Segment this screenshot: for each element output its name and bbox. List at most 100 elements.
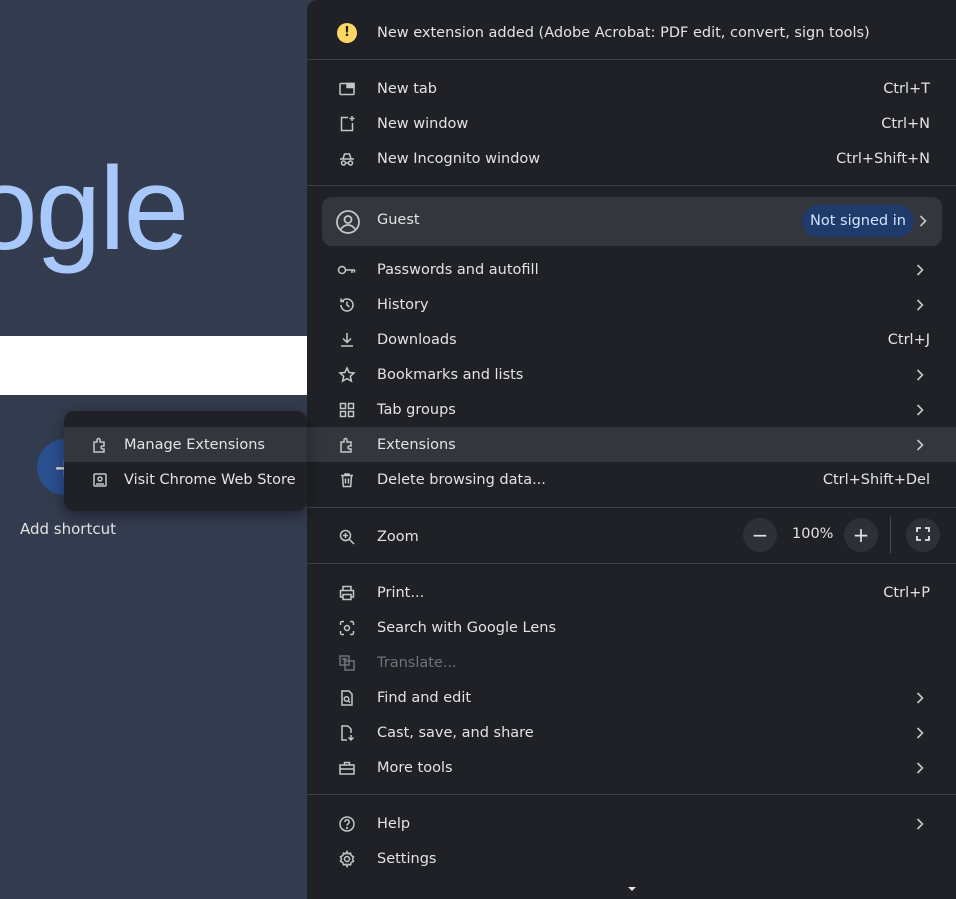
incognito-shortcut: Ctrl+Shift+N (836, 150, 930, 167)
google-logo: ogle (0, 143, 189, 275)
divider (307, 563, 956, 564)
passwords-label: Passwords and autofill (377, 261, 539, 278)
chevron-right-icon (916, 368, 926, 382)
translate-label: Translate... (377, 654, 457, 671)
visit-web-store-item[interactable]: Visit Chrome Web Store (64, 462, 307, 497)
divider (307, 185, 956, 186)
chevron-right-icon (916, 438, 926, 452)
profile-guest-card[interactable]: Guest Not signed in (322, 197, 942, 246)
google-lens-label: Search with Google Lens (377, 619, 557, 636)
new-window-shortcut: Ctrl+N (881, 115, 930, 132)
cast-save-share-label: Cast, save, and share (377, 724, 534, 741)
menu-item-more-tools[interactable]: More tools (307, 750, 956, 785)
new-window-label: New window (377, 115, 469, 132)
chevron-right-icon (916, 817, 926, 831)
find-icon (337, 688, 357, 708)
menu-item-settings[interactable]: Settings (307, 841, 956, 876)
extensions-submenu: Manage Extensions Visit Chrome Web Store (64, 411, 307, 511)
trash-icon (337, 470, 357, 490)
tab-groups-label: Tab groups (377, 401, 456, 418)
add-shortcut-label[interactable]: Add shortcut (20, 520, 120, 538)
sign-in-status-badge[interactable]: Not signed in (802, 205, 914, 237)
menu-item-cast-save-share[interactable]: Cast, save, and share (307, 715, 956, 750)
puzzle-icon (90, 435, 110, 455)
new-tab-shortcut: Ctrl+T (883, 80, 930, 97)
lens-icon (337, 618, 357, 638)
zoom-icon (337, 527, 357, 547)
extensions-label: Extensions (377, 436, 456, 453)
zoom-label: Zoom (377, 528, 419, 545)
downloads-shortcut: Ctrl+J (887, 331, 930, 348)
chrome-main-menu: ! New extension added (Adobe Acrobat: PD… (307, 0, 956, 899)
fullscreen-icon (915, 523, 931, 547)
incognito-icon (337, 149, 357, 169)
scroll-down-arrow-icon[interactable] (627, 880, 637, 896)
history-icon (337, 295, 357, 315)
gear-icon (337, 849, 357, 869)
menu-item-passwords[interactable]: Passwords and autofill (307, 252, 956, 287)
history-label: History (377, 296, 429, 313)
visit-web-store-label: Visit Chrome Web Store (124, 471, 296, 488)
zoom-in-button[interactable]: + (844, 518, 878, 552)
key-icon (337, 260, 357, 280)
profile-name: Guest (377, 212, 420, 228)
translate-icon (337, 653, 357, 673)
menu-item-new-window[interactable]: New window Ctrl+N (307, 106, 956, 141)
plus-icon: + (852, 523, 870, 547)
cast-save-icon (337, 723, 357, 743)
print-shortcut: Ctrl+P (883, 584, 930, 601)
puzzle-icon (337, 435, 357, 455)
delete-browsing-data-shortcut: Ctrl+Shift+Del (822, 471, 930, 488)
help-label: Help (377, 815, 411, 832)
minus-icon: − (751, 523, 769, 547)
fullscreen-button[interactable] (906, 518, 940, 552)
tab-groups-icon (337, 400, 357, 420)
manage-extensions-label: Manage Extensions (124, 436, 265, 453)
zoom-separator (890, 517, 891, 553)
new-window-icon (337, 114, 357, 134)
web-store-icon (90, 470, 110, 490)
chevron-right-icon (916, 403, 926, 417)
menu-item-tab-groups[interactable]: Tab groups (307, 392, 956, 427)
menu-item-help[interactable]: Help (307, 806, 956, 841)
menu-item-incognito[interactable]: New Incognito window Ctrl+Shift+N (307, 141, 956, 176)
menu-item-extensions[interactable]: Extensions (307, 427, 956, 462)
menu-item-translate: Translate... (307, 645, 956, 680)
star-icon (337, 365, 357, 385)
new-tab-icon (337, 79, 357, 99)
download-icon (337, 330, 357, 350)
menu-item-find-and-edit[interactable]: Find and edit (307, 680, 956, 715)
notice-label: New extension added (Adobe Acrobat: PDF … (377, 24, 870, 41)
chevron-right-icon (919, 214, 927, 232)
chevron-right-icon (916, 263, 926, 277)
incognito-label: New Incognito window (377, 150, 541, 167)
extension-added-notice[interactable]: ! New extension added (Adobe Acrobat: PD… (307, 15, 956, 50)
search-box[interactable] (0, 336, 310, 395)
chevron-right-icon (916, 691, 926, 705)
menu-item-google-lens[interactable]: Search with Google Lens (307, 610, 956, 645)
divider (307, 507, 956, 508)
divider (307, 59, 956, 60)
chevron-right-icon (916, 726, 926, 740)
warning-icon: ! (337, 22, 357, 43)
menu-item-print[interactable]: Print... Ctrl+P (307, 575, 956, 610)
print-icon (337, 583, 357, 603)
more-tools-label: More tools (377, 759, 453, 776)
print-label: Print... (377, 584, 425, 601)
menu-item-history[interactable]: History (307, 287, 956, 322)
account-icon (335, 209, 361, 235)
zoom-level: 100% (792, 526, 834, 542)
bookmarks-label: Bookmarks and lists (377, 366, 524, 383)
manage-extensions-item[interactable]: Manage Extensions (64, 427, 307, 462)
downloads-label: Downloads (377, 331, 457, 348)
menu-item-bookmarks[interactable]: Bookmarks and lists (307, 357, 956, 392)
menu-item-new-tab[interactable]: New tab Ctrl+T (307, 71, 956, 106)
toolbox-icon (337, 758, 357, 778)
chevron-right-icon (916, 298, 926, 312)
zoom-out-button[interactable]: − (743, 518, 777, 552)
new-tab-label: New tab (377, 80, 438, 97)
menu-item-delete-browsing-data[interactable]: Delete browsing data... Ctrl+Shift+Del (307, 462, 956, 497)
delete-browsing-data-label: Delete browsing data... (377, 471, 546, 488)
menu-item-downloads[interactable]: Downloads Ctrl+J (307, 322, 956, 357)
divider (307, 794, 956, 795)
